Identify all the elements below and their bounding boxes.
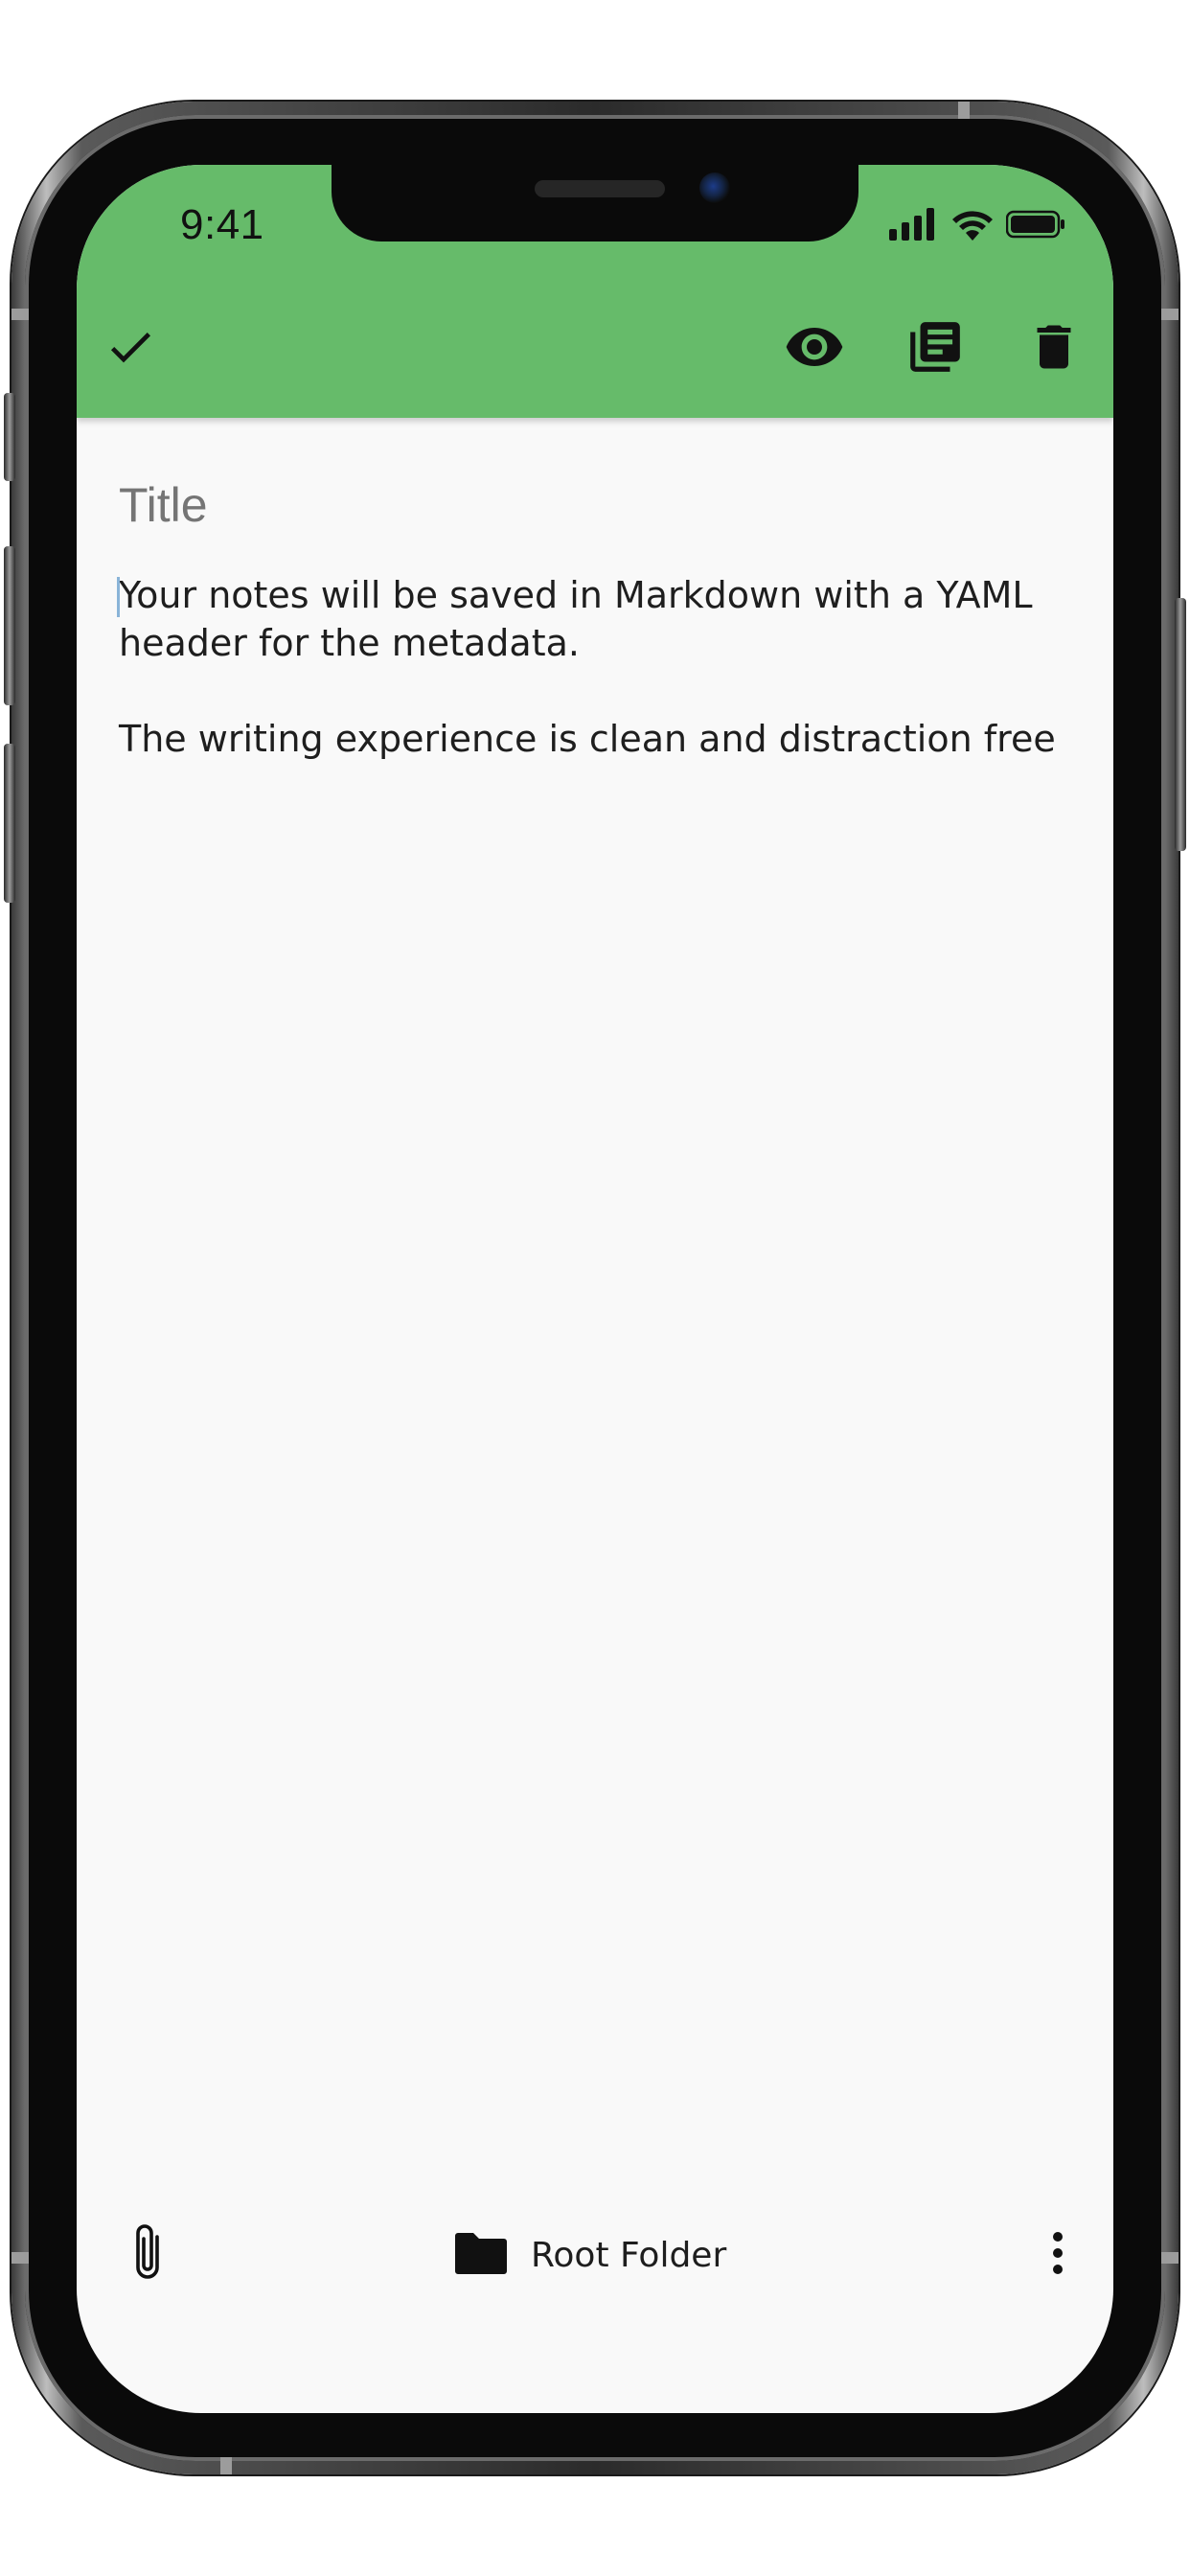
status-icons xyxy=(889,207,1065,245)
title-input[interactable] xyxy=(119,477,1071,533)
volume-down-button xyxy=(4,744,15,903)
text-cursor xyxy=(117,577,120,617)
bottom-bar: Root Folder xyxy=(77,2202,1113,2308)
paperclip-icon xyxy=(129,2223,166,2288)
body-paragraph: Your notes will be saved in Markdown wit… xyxy=(119,574,1033,664)
status-time: 9:41 xyxy=(180,201,264,248)
antenna-band xyxy=(1161,309,1179,320)
more-vert-icon xyxy=(1051,2231,1064,2280)
folder-selector-button[interactable]: Root Folder xyxy=(454,2223,726,2287)
battery-icon xyxy=(1005,210,1065,243)
eye-icon xyxy=(784,316,845,382)
antenna-band xyxy=(11,309,29,320)
antenna-band xyxy=(958,102,970,119)
screen: 9:41 Title Your notes will be saved in M… xyxy=(77,165,1113,2413)
delete-button[interactable] xyxy=(1019,314,1088,383)
speaker-grille xyxy=(535,180,665,197)
antenna-band xyxy=(1161,2252,1179,2264)
body-paragraph: The writing experience is clean and dist… xyxy=(119,718,1056,760)
notch xyxy=(332,165,858,242)
folder-icon xyxy=(454,2231,508,2280)
trash-icon xyxy=(1025,318,1083,380)
folder-label: Root Folder xyxy=(531,2235,727,2275)
library-books-icon xyxy=(905,317,965,381)
raw-editor-button[interactable] xyxy=(901,314,970,383)
app-bar: 9:41 xyxy=(77,165,1113,418)
antenna-band xyxy=(220,2457,232,2474)
wifi-icon xyxy=(950,208,995,245)
front-camera xyxy=(699,172,730,203)
volume-up-button xyxy=(4,546,15,705)
power-button xyxy=(1175,598,1186,851)
save-check-button[interactable] xyxy=(96,314,165,383)
antenna-band xyxy=(11,2252,29,2264)
check-icon xyxy=(103,320,157,379)
body-text-area[interactable]: Your notes will be saved in Markdown wit… xyxy=(117,571,1071,811)
cellular-signal-icon xyxy=(889,207,939,245)
more-options-button[interactable] xyxy=(1037,2223,1079,2287)
attach-button[interactable] xyxy=(119,2223,176,2287)
preview-button[interactable] xyxy=(780,314,849,383)
silent-switch xyxy=(4,393,15,481)
